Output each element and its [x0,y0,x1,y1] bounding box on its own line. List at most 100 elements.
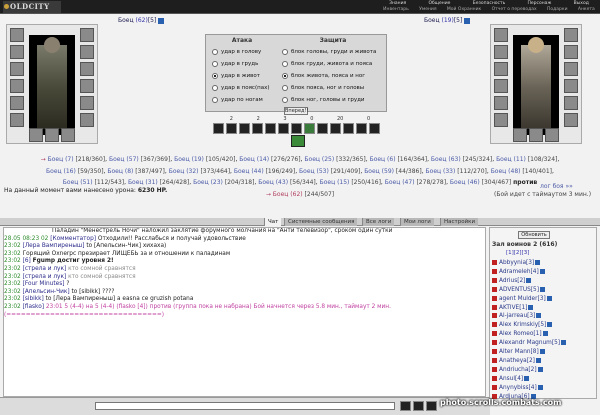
spell-icon[interactable] [290,123,302,134]
spell-icon[interactable] [264,123,276,134]
list-item[interactable]: Adrameleh[4] [492,268,596,277]
potion-slot[interactable] [45,128,59,142]
fighter-link[interactable]: Боец (19) [174,156,204,163]
belt-slot[interactable] [10,96,24,110]
fighter-link[interactable]: Боец (33) [426,168,456,175]
smiley-icon[interactable] [413,401,424,411]
list-item[interactable]: Alter Mann[8] [492,348,596,357]
potion-slot[interactable] [61,128,75,142]
menu-profile[interactable]: Анкета [578,7,595,13]
tab-my-logs[interactable]: Мои логи [400,218,434,226]
send-icon[interactable] [400,401,411,411]
spell-icon[interactable] [303,123,315,134]
list-item[interactable]: ADVENTUS[5] [492,286,596,295]
fighter-link[interactable]: Боец (46) [450,179,480,186]
chat-author[interactable]: [Four Minutes] [23,281,65,287]
potion-slot[interactable] [545,128,559,142]
list-item[interactable]: Andriucha[2] [492,366,596,375]
ring-slot[interactable] [494,113,508,127]
list-item[interactable]: agent Mulder[3] [492,295,596,304]
fighter-link[interactable]: Боец (14) [239,156,269,163]
fighter-link[interactable]: Боец (32) [169,168,199,175]
chat-window[interactable]: Паладин "Менестрель Ночи" наложил заклят… [3,227,486,397]
fighter-link[interactable]: Боец (57) [109,156,139,163]
fighter-link[interactable]: Боец (25) [304,156,334,163]
leggings-slot[interactable] [80,113,94,127]
radio-selected-icon[interactable] [212,72,218,79]
info-icon[interactable] [158,17,165,24]
defense-option[interactable]: блок головы, груди и живота [282,46,376,58]
chat-author[interactable]: [Апельсин-Чик] [23,289,70,295]
weapon-slot[interactable] [10,62,24,76]
boots-slot[interactable] [80,62,94,76]
chat-author[interactable]: [стрела и лук] [23,274,67,280]
attack-option[interactable]: удар в грудь [212,58,258,70]
chat-author[interactable]: [Комментатор] [50,236,96,242]
spell-icon[interactable] [368,123,380,134]
armor-slot[interactable] [494,79,508,93]
defense-option[interactable]: блок ног, головы и груди [282,94,365,106]
list-item[interactable]: Alex Krimskiy[5] [492,321,596,330]
spell-icon[interactable] [277,123,289,134]
battle-log-link[interactable]: лог боя »» [540,183,573,190]
shield-slot[interactable] [564,45,578,59]
clear-icon[interactable] [426,401,437,411]
fighter-link[interactable]: Боец (16) [46,168,76,175]
fighter-link[interactable]: Боец (53) [299,168,329,175]
menu-skills[interactable]: Умения [419,7,436,13]
helmet-slot[interactable] [494,28,508,42]
potion-slot[interactable] [29,128,43,142]
tab-all-logs[interactable]: Все логи [362,218,395,226]
fighter-link[interactable]: Боец (15) [320,179,350,186]
radio-icon[interactable] [212,96,218,103]
fighter-link[interactable]: Боец (43) [258,179,288,186]
fighter-link[interactable]: Боец (7) [48,156,74,163]
chat-input[interactable] [95,402,395,410]
earring-slot[interactable] [80,96,94,110]
radio-icon[interactable] [212,84,218,91]
go-button[interactable]: Вперед!! [284,107,309,115]
radio-icon[interactable] [282,96,288,103]
helmet-slot[interactable] [10,28,24,42]
radio-selected-icon[interactable] [282,72,288,79]
chat-author[interactable]: [стрела и лук] [23,266,67,272]
refresh-button[interactable]: Обновить [518,231,550,239]
fighter-link[interactable]: Боец (8) [107,168,133,175]
list-item[interactable]: Alexandr Magnum[5] [492,339,596,348]
attack-option[interactable]: удар в пояс(пах) [212,82,269,94]
fighter-link[interactable]: Боец (23) [193,179,223,186]
list-item[interactable]: Adrius[2] [492,277,596,286]
fighter-link[interactable]: Боец (44) [234,168,264,175]
list-item[interactable]: Abbyynia[3] [492,259,596,268]
tab-settings[interactable]: Настройки [440,218,479,226]
earring-slot[interactable] [564,96,578,110]
info-icon[interactable] [464,17,471,24]
armor-slot[interactable] [10,79,24,93]
menu-inventory[interactable]: Инвентарь [383,7,409,13]
radio-icon[interactable] [282,60,288,67]
gloves-slot[interactable] [80,28,94,42]
tab-chat[interactable]: Чат [264,218,282,226]
gloves-slot[interactable] [564,28,578,42]
spell-icon[interactable] [225,123,237,134]
list-item[interactable]: Ansul[4] [492,375,596,384]
radio-icon[interactable] [282,84,288,91]
list-item[interactable]: Al-jarreau[3] [492,312,596,321]
radio-icon[interactable] [212,48,218,55]
amulet-slot[interactable] [10,45,24,59]
menu-guard[interactable]: Мой Охранник [447,7,481,13]
attack-option[interactable]: удар в голову [212,46,261,58]
list-item[interactable]: Anatheya[2] [492,357,596,366]
boots-slot[interactable] [564,62,578,76]
potion-slot[interactable] [513,128,527,142]
spell-icon[interactable] [212,123,224,134]
attack-option[interactable]: удар в живот [212,70,260,82]
radio-icon[interactable] [212,60,218,67]
list-item[interactable]: Anynybiss[4] [492,384,596,393]
potion-slot[interactable] [529,128,543,142]
spell-icon[interactable] [251,123,263,134]
left-fighter-title[interactable]: Боец (62)[5] [118,16,278,25]
menu-gifts[interactable]: Подарки [547,7,568,13]
spell-icon[interactable] [329,123,341,134]
attack-option[interactable]: удар по ногам [212,94,263,106]
